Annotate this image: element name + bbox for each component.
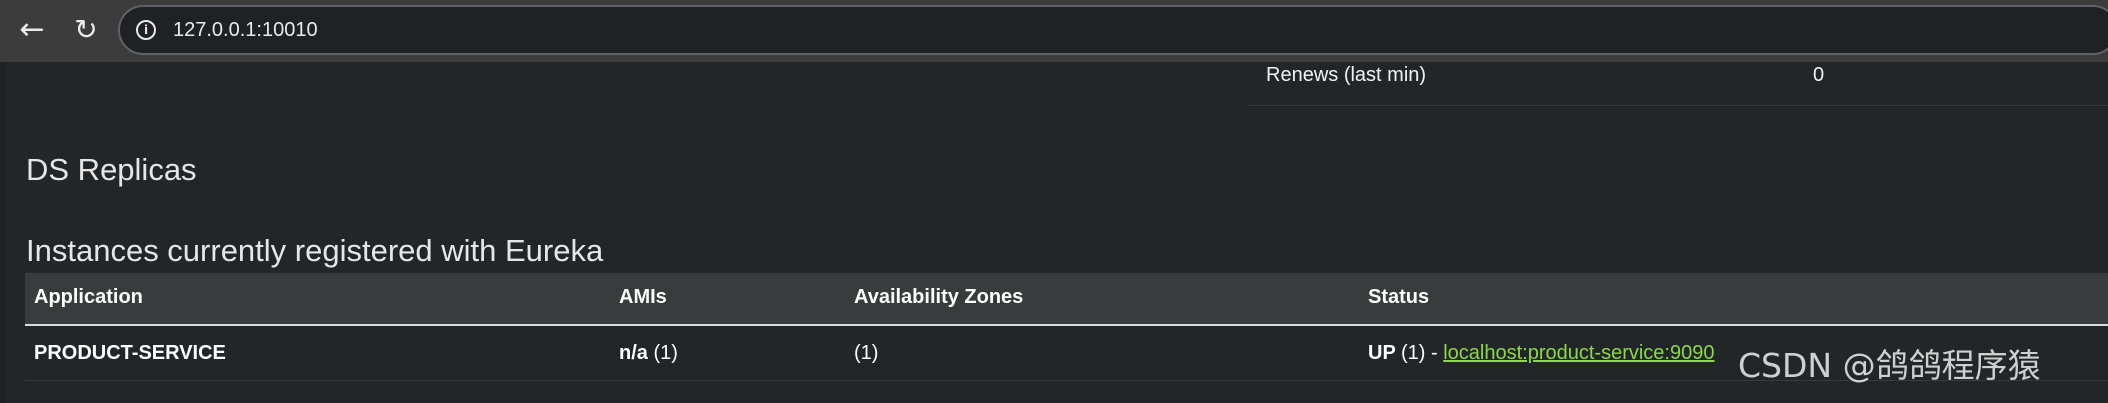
status-value: UP [1368, 342, 1396, 364]
status-cell: UP (1) - localhost:product-service:9090 [1368, 342, 1714, 365]
instance-link[interactable]: localhost:product-service:9090 [1443, 342, 1714, 364]
browser-toolbar: ← ↻ i 127.0.0.1:10010 [0, 0, 2108, 62]
amis-count: (1) [653, 342, 678, 364]
info-icon[interactable]: i [136, 20, 156, 40]
header-availability-zones: Availability Zones [854, 286, 1024, 308]
ds-replicas-heading: DS Replicas [26, 151, 197, 187]
header-application: Application [34, 286, 143, 308]
reload-button[interactable]: ↻ [66, 10, 106, 50]
status-count: (1) - [1400, 342, 1438, 364]
header-amis: AMIs [619, 286, 667, 308]
renews-row: Renews (last min) 0 [1247, 62, 2108, 106]
csdn-watermark: CSDN @鸽鸽程序猿 [1738, 346, 2041, 385]
back-button[interactable]: ← [12, 10, 52, 50]
instances-heading: Instances currently registered with Eure… [26, 232, 604, 268]
reload-icon: ↻ [74, 13, 98, 46]
arrow-left-icon: ← [19, 12, 45, 47]
renews-value: 0 [1813, 64, 1825, 86]
url-text[interactable]: 127.0.0.1:10010 [173, 19, 318, 42]
availability-zones-value: (1) [854, 342, 879, 364]
amis-value: n/a [619, 342, 648, 364]
amis-cell: n/a (1) [619, 342, 678, 365]
table-header: Application AMIs Availability Zones Stat… [25, 273, 2108, 326]
header-status: Status [1368, 286, 1430, 308]
application-name: PRODUCT-SERVICE [34, 342, 226, 364]
renews-label: Renews (last min) [1266, 64, 1427, 86]
address-bar[interactable]: i 127.0.0.1:10010 [118, 5, 2108, 55]
